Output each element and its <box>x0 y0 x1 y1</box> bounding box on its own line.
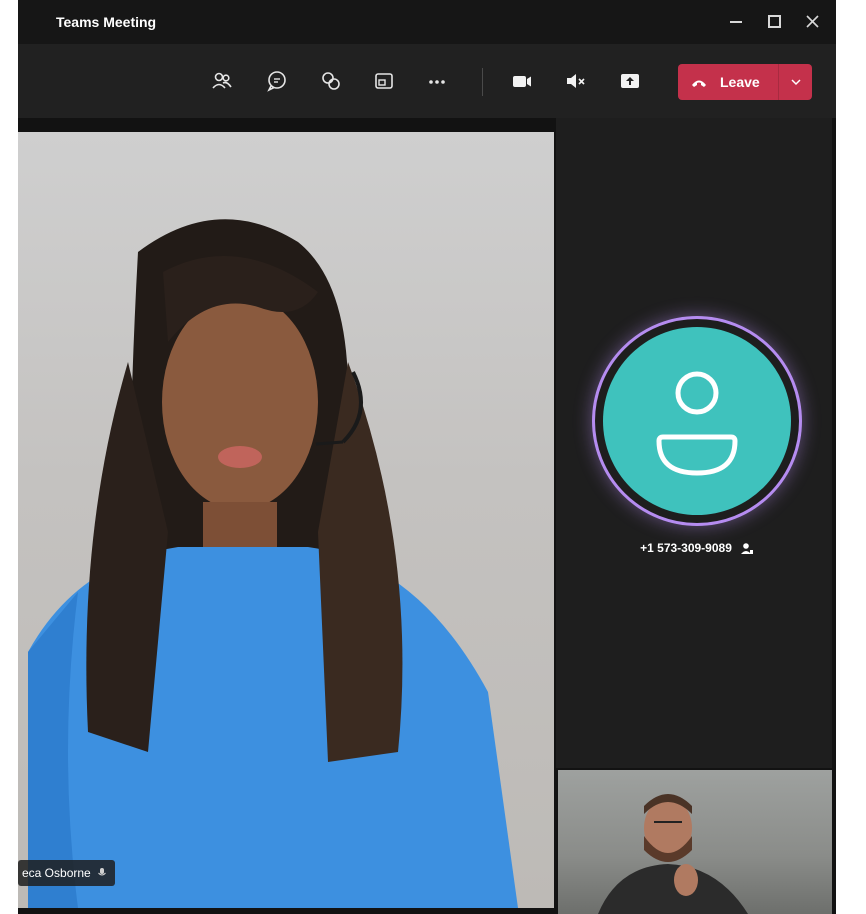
close-button[interactable] <box>796 8 830 36</box>
more-options-button[interactable] <box>421 65 453 97</box>
person-phone-icon <box>740 542 753 554</box>
camera-button[interactable] <box>506 65 538 97</box>
participant-video-frame <box>28 219 518 908</box>
self-view-frame <box>598 794 748 914</box>
reactions-button[interactable] <box>315 65 347 97</box>
participants-icon <box>212 72 232 89</box>
leave-main[interactable]: Leave <box>678 64 778 100</box>
caller-tile: +1 573-309-9089 <box>556 118 832 768</box>
mute-button[interactable] <box>560 65 592 97</box>
person-icon <box>656 371 738 476</box>
caller-avatar <box>603 327 791 515</box>
minimize-button[interactable] <box>720 8 754 36</box>
leave-label: Leave <box>720 74 760 90</box>
participant-name: eca Osborne <box>22 866 91 880</box>
more-options-icon <box>429 80 445 84</box>
chevron-down-icon <box>791 79 801 86</box>
participants-button[interactable] <box>206 65 238 97</box>
title-bar: Teams Meeting <box>18 0 836 44</box>
caller-phone: +1 573-309-9089 <box>640 541 732 555</box>
reactions-icon <box>322 72 340 90</box>
caller-label: +1 573-309-9089 <box>592 538 802 558</box>
maximize-button[interactable] <box>758 8 792 36</box>
close-icon <box>806 15 819 28</box>
toolbar-divider <box>482 68 483 96</box>
share-screen-icon <box>621 74 639 88</box>
minimize-icon <box>730 21 742 23</box>
leave-button[interactable]: Leave <box>678 64 812 100</box>
teams-window: Teams Meeting Leave eca Osborne +1 573-3… <box>18 0 836 914</box>
share-tray-icon <box>375 73 393 89</box>
self-view-video <box>558 770 832 914</box>
hang-up-icon <box>692 80 706 87</box>
restore-icon <box>768 15 781 28</box>
window-title: Teams Meeting <box>56 14 157 30</box>
meeting-stage: eca Osborne +1 573-309-9089 <box>18 118 836 914</box>
microphone-icon <box>97 868 106 876</box>
camera-icon <box>513 76 531 87</box>
participant-name-tag: eca Osborne <box>18 860 115 886</box>
main-participant-video: eca Osborne <box>18 132 554 908</box>
chat-button[interactable] <box>261 65 293 97</box>
mute-icon <box>567 74 585 88</box>
chat-icon <box>267 71 286 92</box>
speaking-indicator-ring <box>592 316 802 526</box>
leave-options-button[interactable] <box>778 64 813 100</box>
share-screen-button[interactable] <box>614 65 646 97</box>
meeting-toolbar: Leave <box>18 44 836 118</box>
share-tray-button[interactable] <box>368 65 400 97</box>
